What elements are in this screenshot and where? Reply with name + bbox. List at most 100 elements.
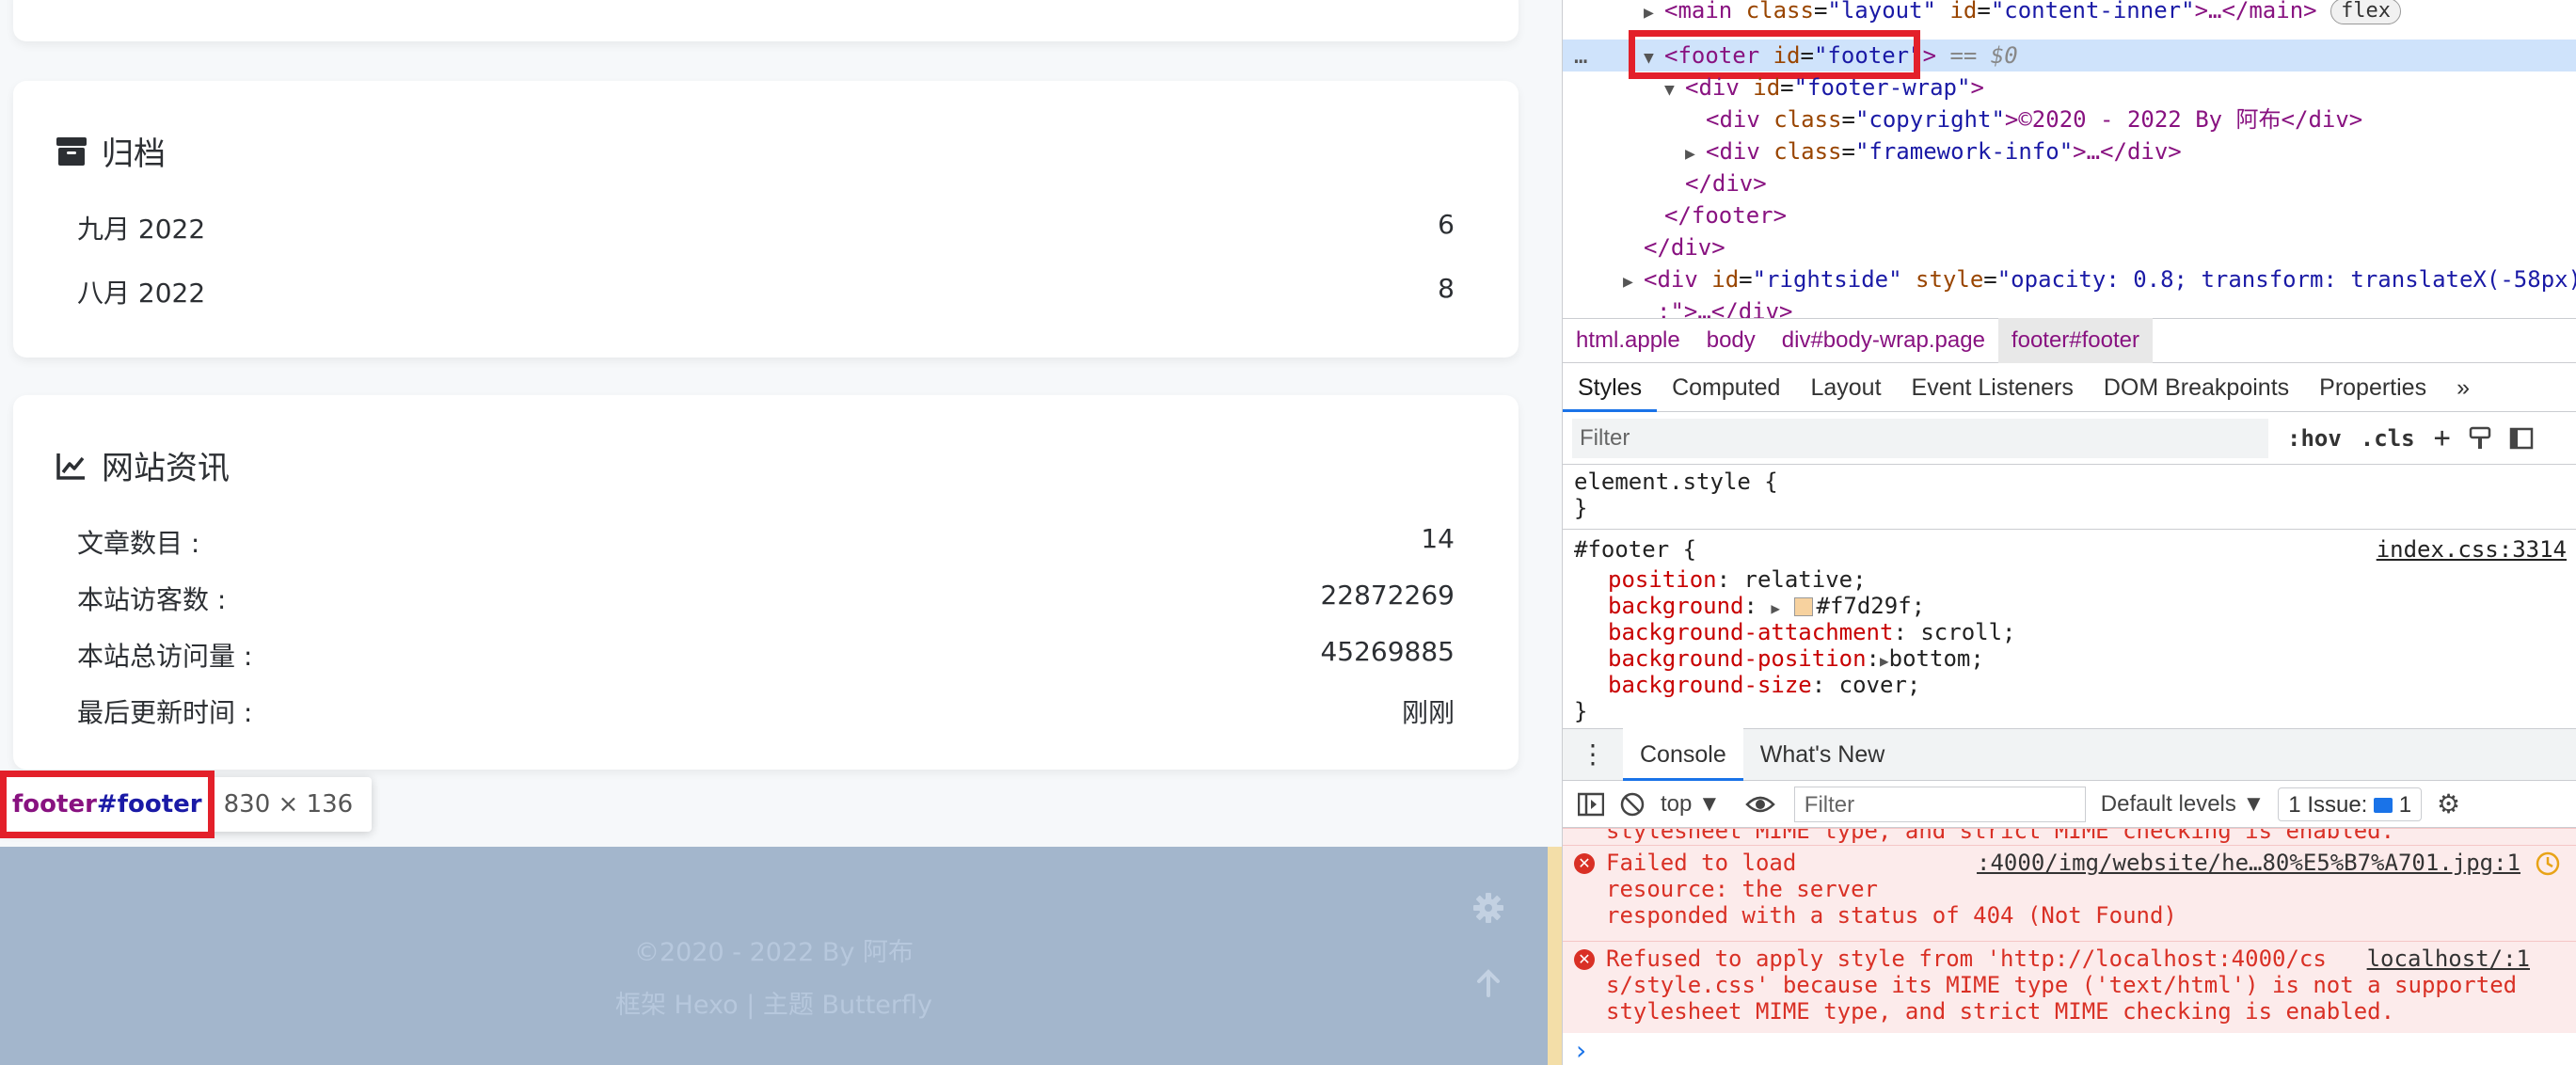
archive-icon <box>56 136 87 166</box>
cls-button[interactable]: .cls <box>2361 425 2415 452</box>
issues-button[interactable]: 1 Issue: 1 <box>2278 787 2423 821</box>
footer-framework-info[interactable]: 框架 Hexo | 主题 Butterfly <box>0 984 1548 1021</box>
archive-row-aug[interactable]: 八月 2022 8 <box>77 273 1455 310</box>
paint-icon[interactable] <box>2468 426 2492 451</box>
network-request-icon[interactable] <box>2536 851 2560 876</box>
footer-highlight: ©2020 - 2022 By 阿布 框架 Hexo | 主题 Butterfl… <box>0 847 1548 1065</box>
archive-row-sep[interactable]: 九月 2022 6 <box>77 209 1455 246</box>
stat-value: 22872269 <box>1320 580 1455 611</box>
console-truncated-message: stylesheet MIME type, and strict MIME ch… <box>1563 828 2576 845</box>
expand-triangle-icon[interactable]: ▶ <box>1685 138 1706 170</box>
dom-node-framework-info[interactable]: ▶ <div class="framework-info">…</div> <box>1685 135 2182 167</box>
issue-message-icon <box>2374 798 2393 814</box>
dom-node-rightside[interactable]: ▶ <div id="rightside" style="opacity: 0.8… <box>1623 263 2576 295</box>
element-style-open[interactable]: element.style { <box>1574 469 1778 495</box>
footer-rule-selector[interactable]: #footer { <box>1574 536 1696 563</box>
tab-console[interactable]: Console <box>1623 728 1743 781</box>
dom-node-main[interactable]: ▶ <main class="layout" id="content-inner"… <box>1644 0 2402 29</box>
breadcrumb-html[interactable]: html.apple <box>1563 318 1693 363</box>
context-select[interactable]: top ▼ <box>1661 791 1721 818</box>
stat-row-visitors: 本站访客数 : 22872269 <box>77 580 1455 617</box>
add-rule-icon[interactable]: + <box>2434 421 2451 454</box>
footer-background-strip <box>1548 847 1562 1065</box>
tab-event-listeners[interactable]: Event Listeners <box>1897 363 2089 412</box>
tab-whats-new[interactable]: What's New <box>1743 728 1902 781</box>
dom-close-footer[interactable]: </footer> <box>1664 199 1787 231</box>
tab-layout[interactable]: Layout <box>1795 363 1896 412</box>
tab-dom-breakpoints[interactable]: DOM Breakpoints <box>2089 363 2304 412</box>
devtools-panel: ▶ <main class="layout" id="content-inner"… <box>1562 0 2576 1065</box>
archive-title: 归档 <box>56 128 166 174</box>
hov-button[interactable]: :hov <box>2287 425 2342 452</box>
styles-filter-input[interactable]: Filter <box>1572 418 2268 458</box>
tooltip-dimensions: 830 × 136 <box>223 790 354 819</box>
console-filter-input[interactable]: Filter <box>1793 786 2086 822</box>
color-swatch[interactable] <box>1793 597 1813 616</box>
console-error-mime: ✕ Refused to apply style from 'http://lo… <box>1563 941 2576 1033</box>
dom-close-div[interactable]: </div> <box>1644 231 1725 263</box>
sidebar-toggle-icon[interactable] <box>2509 426 2534 451</box>
tabs-overflow-button[interactable]: » <box>2441 363 2485 412</box>
breadcrumb-body[interactable]: body <box>1693 318 1769 363</box>
breadcrumb-body-wrap[interactable]: div#body-wrap.page <box>1769 318 1998 363</box>
clear-console-icon[interactable] <box>1619 791 1646 818</box>
error-source-link[interactable]: :4000/img/website/he…80%E5%B7%A701.jpg:1 <box>1977 850 2520 876</box>
drawer-tab-bar: ⋮ Console What's New <box>1563 728 2576 781</box>
console-toolbar: top ▼ Filter Default levels ▼ 1 Issue: 1… <box>1563 781 2576 828</box>
stat-value: 14 <box>1421 523 1455 554</box>
flex-badge[interactable]: flex <box>2330 0 2402 24</box>
css-decl-background[interactable]: background: ▶ #f7d29f; <box>1608 593 1925 619</box>
css-decl-background-attachment[interactable]: background-attachment: scroll; <box>1608 619 2016 645</box>
element-style-close: } <box>1574 495 1588 521</box>
tab-styles[interactable]: Styles <box>1563 363 1658 412</box>
dom-close-div[interactable]: </div> <box>1685 167 1767 199</box>
stat-label: 本站访客数 : <box>77 584 227 615</box>
expand-triangle-icon[interactable]: ▶ <box>1623 266 1644 298</box>
tooltip-tag: footer <box>12 790 97 819</box>
eye-icon[interactable] <box>1745 793 1775 816</box>
styles-filter-bar: Filter :hov .cls + <box>1563 412 2576 465</box>
archive-row-label: 九月 2022 <box>77 214 206 245</box>
tooltip-selector: footer #footer <box>0 771 215 838</box>
expand-triangle-icon[interactable]: ▶ <box>1880 652 1889 670</box>
archive-title-text: 归档 <box>102 135 166 173</box>
dom-node-footer-wrap[interactable]: ▼ <div id="footer-wrap"> <box>1664 72 1984 103</box>
line-chart-icon <box>56 453 85 480</box>
stat-value: 45269885 <box>1320 636 1455 667</box>
dom-node-ellipsis[interactable]: … <box>1574 40 1587 72</box>
archive-card: 归档 九月 2022 6 八月 2022 8 <box>13 81 1519 358</box>
top-card <box>13 0 1519 41</box>
stat-label: 最后更新时间 : <box>77 697 253 728</box>
sidebar-icon[interactable] <box>1578 792 1604 817</box>
footer-copyright: ©2020 - 2022 By 阿布 <box>634 938 914 967</box>
expand-triangle-icon[interactable]: ▶ <box>1644 0 1664 29</box>
blog-page: 归档 九月 2022 6 八月 2022 8 网站资讯 文章数目 : 14 本站… <box>0 0 1562 1065</box>
error-source-link[interactable]: localhost/:1 <box>2367 946 2530 972</box>
expand-triangle-icon[interactable]: ▶ <box>1771 599 1780 617</box>
stat-value: 刚刚 <box>1401 697 1455 728</box>
inspect-tooltip: footer #footer 830 × 136 <box>0 771 373 838</box>
rule-divider <box>1563 529 2576 530</box>
arrow-up-icon[interactable] <box>1472 967 1504 999</box>
css-decl-background-position[interactable]: background-position:▶bottom; <box>1608 645 1984 672</box>
stat-row-pageviews: 本站总访问量 : 45269885 <box>77 636 1455 674</box>
dom-node-copyright[interactable]: <div class="copyright">©2020 - 2022 By 阿… <box>1706 103 2362 135</box>
tab-properties[interactable]: Properties <box>2304 363 2441 412</box>
archive-row-count: 6 <box>1438 209 1455 240</box>
drawer-menu-icon[interactable]: ⋮ <box>1563 728 1623 781</box>
css-decl-position[interactable]: position: relative; <box>1608 566 1867 593</box>
breadcrumb-footer[interactable]: footer#footer <box>1997 318 2154 363</box>
rule-source-link[interactable]: index.css:3314 <box>2377 536 2567 563</box>
footer-rule-close: } <box>1574 698 1588 724</box>
collapse-triangle-icon[interactable]: ▼ <box>1664 74 1685 106</box>
tab-computed[interactable]: Computed <box>1657 363 1795 412</box>
log-levels-select[interactable]: Default levels ▼ <box>2101 791 2266 818</box>
breadcrumb: html.apple body div#body-wrap.page foote… <box>1563 318 2576 363</box>
gear-icon[interactable] <box>1472 892 1504 924</box>
site-info-card: 网站资讯 文章数目 : 14 本站访客数 : 22872269 本站总访问量 :… <box>13 395 1519 770</box>
console-prompt[interactable]: › <box>1576 1035 1586 1065</box>
stat-row-posts: 文章数目 : 14 <box>77 523 1455 561</box>
css-decl-background-size[interactable]: background-size: cover; <box>1608 672 1920 698</box>
console-settings-gear-icon[interactable]: ⚙ <box>2437 788 2460 819</box>
stat-label: 文章数目 : <box>77 528 200 559</box>
